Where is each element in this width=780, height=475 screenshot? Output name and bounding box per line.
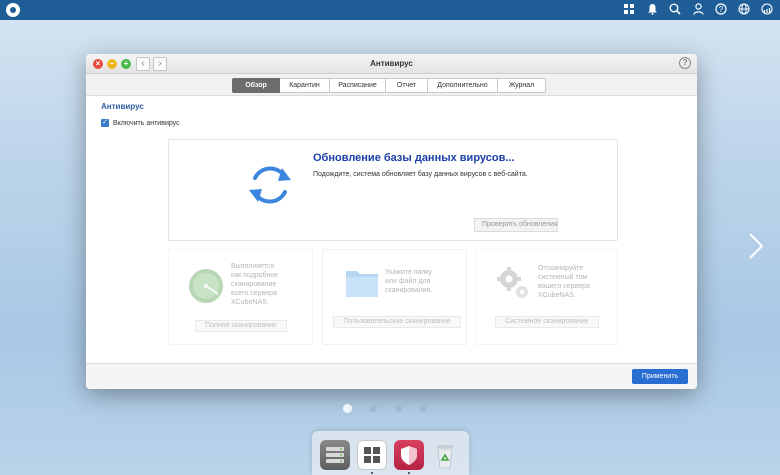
page-dot-4[interactable] [420,405,427,412]
antivirus-shield-icon[interactable] [394,440,424,470]
storage-app-icon[interactable] [320,440,350,470]
window-help-icon[interactable]: ? [679,57,691,69]
full-scan-button[interactable]: Полное сканирование [195,320,287,332]
forward-icon[interactable]: › [153,56,167,71]
tab-quarantine[interactable]: Карантин [280,78,330,93]
tab-overview[interactable]: Обзор [232,78,280,93]
radar-icon [189,269,223,303]
search-icon[interactable] [668,3,682,18]
bell-icon[interactable] [645,3,659,18]
page-dot-3[interactable] [395,405,402,412]
custom-scan-button[interactable]: Пользовательское сканирование [333,316,461,328]
antivirus-window: × – + ‹ › Антивирус ? Обзор Карантин Рас… [86,54,697,389]
svg-text:?: ? [719,5,724,14]
back-icon[interactable]: ‹ [136,56,150,71]
enable-antivirus-label: Включить антивирус [113,119,180,127]
page-dot-2[interactable] [370,405,377,412]
running-indicator [371,472,373,474]
tab-advanced[interactable]: Дополнительно [428,78,498,93]
user-icon[interactable] [691,2,705,18]
system-scan-button[interactable]: Системное сканирование [495,316,599,328]
update-title: Обновление базы данных вирусов... [313,152,515,164]
window-footer: Применить [86,363,697,389]
tab-log[interactable]: Журнал [498,78,546,93]
overview-content: Антивирус ✓ Включить антивирус Обновлени… [86,97,697,363]
window-title: Антивирус [370,59,413,68]
custom-scan-text: Укажите папку или файл для сканирования. [385,269,433,294]
system-scan-card: Отсканируйте системный том вашего сервер… [475,249,618,345]
chevron-right-icon[interactable] [748,232,764,260]
window-controls: × – + [93,58,131,69]
folder-icon [346,271,378,297]
close-icon[interactable]: × [93,58,103,69]
gears-icon [497,267,528,298]
enable-antivirus-row[interactable]: ✓ Включить антивирус [101,119,180,127]
help-icon[interactable]: ? [714,2,728,18]
update-panel: Обновление базы данных вирусов... Подожд… [168,139,618,241]
sync-icon [249,166,291,204]
minimize-icon[interactable]: – [107,58,117,69]
grid-icon[interactable] [622,3,636,17]
tab-report[interactable]: Отчет [386,78,428,93]
tab-schedule[interactable]: Расписание [330,78,386,93]
update-description: Подождите, система обновляет базу данных… [313,171,528,178]
enable-antivirus-checkbox[interactable]: ✓ [101,119,109,127]
top-bar-icons: ? [622,2,774,18]
tabs-bar: Обзор Карантин Расписание Отчет Дополнит… [86,74,697,96]
full-scan-text: Выполняется как подробное сканирование в… [231,263,279,306]
check-updates-button[interactable]: Проверить обновления [474,218,558,232]
apply-button[interactable]: Применить [632,369,688,384]
system-scan-text: Отсканируйте системный том вашего сервер… [538,265,590,299]
globe-icon[interactable] [737,2,751,18]
custom-scan-card: Укажите папку или файл для сканирования.… [322,249,467,345]
recycle-bin-icon[interactable] [430,440,460,470]
top-bar: ? [0,0,780,20]
full-scan-card: Выполняется как подробное сканирование в… [168,249,313,345]
page-dot-1[interactable] [343,404,352,413]
qnap-logo-icon[interactable] [6,3,20,17]
running-indicator [408,472,410,474]
dashboard-icon[interactable] [760,2,774,18]
dock [312,431,469,475]
window-titlebar[interactable]: × – + ‹ › Антивирус ? [86,54,697,74]
app-center-icon[interactable] [357,440,387,470]
tabs: Обзор Карантин Расписание Отчет Дополнит… [232,78,546,93]
maximize-icon[interactable]: + [121,58,131,69]
page-indicator [343,404,427,413]
section-title: Антивирус [101,102,144,111]
